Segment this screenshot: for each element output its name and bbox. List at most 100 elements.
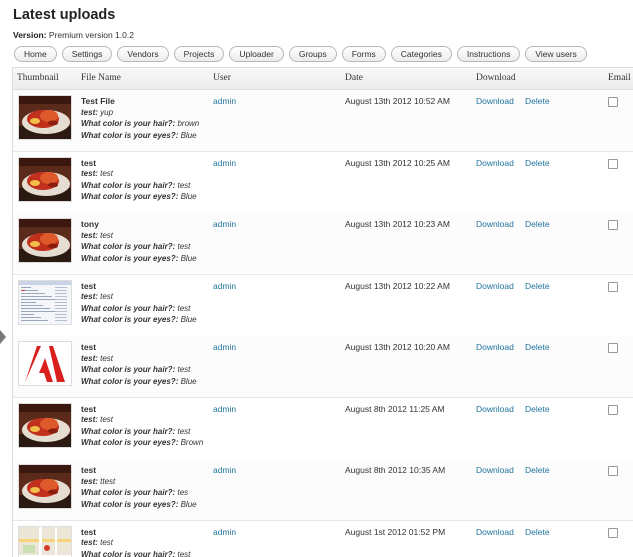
col-thumbnail: Thumbnail [17, 73, 59, 83]
delete-link[interactable]: Delete [525, 404, 550, 414]
custom-field-label: What color is your eyes?: [81, 131, 178, 140]
delete-link[interactable]: Delete [525, 527, 550, 537]
custom-field-label: test: [81, 477, 98, 486]
download-link[interactable]: Download [476, 219, 514, 229]
email-checkbox[interactable] [608, 343, 618, 353]
custom-field-value: test [177, 304, 190, 313]
nav-projects-button[interactable]: Projects [174, 46, 225, 62]
table-row: testtest: testWhat color is your hair?: … [13, 398, 633, 460]
email-checkbox[interactable] [608, 405, 618, 415]
collapse-arrow-icon[interactable] [0, 330, 6, 344]
custom-field: test: ttest [81, 477, 115, 486]
thumbnail-image[interactable] [18, 157, 72, 202]
custom-field-value: test [177, 242, 190, 251]
email-checkbox[interactable] [608, 97, 618, 107]
nav-vendors-button[interactable]: Vendors [117, 46, 168, 62]
table-row: testtest: testWhat color is your hair?: … [13, 152, 633, 214]
custom-field-value: Blue [181, 315, 197, 324]
email-checkbox[interactable] [608, 466, 618, 476]
upload-date: August 13th 2012 10:22 AM [345, 281, 450, 291]
file-name: test [81, 158, 96, 168]
user-link[interactable]: admin [213, 342, 236, 352]
custom-field-value: test [177, 427, 190, 436]
user-link[interactable]: admin [213, 158, 236, 168]
nav-groups-button[interactable]: Groups [289, 46, 337, 62]
delete-link[interactable]: Delete [525, 96, 550, 106]
custom-field: What color is your hair?: test [81, 242, 190, 251]
download-link[interactable]: Download [476, 158, 514, 168]
file-name: test [81, 465, 96, 475]
thumbnail-image[interactable] [18, 280, 72, 325]
email-checkbox[interactable] [608, 159, 618, 169]
custom-field-value: test [177, 181, 190, 190]
custom-field: What color is your hair?: test [81, 427, 190, 436]
thumbnail-image[interactable] [18, 218, 72, 263]
delete-link[interactable]: Delete [525, 281, 550, 291]
email-checkbox[interactable] [608, 220, 618, 230]
custom-field-value: test [100, 354, 113, 363]
custom-field-label: What color is your hair?: [81, 119, 175, 128]
custom-field: test: test [81, 169, 113, 178]
nav-categories-button[interactable]: Categories [391, 46, 452, 62]
custom-field-value: test [100, 292, 113, 301]
thumbnail-image[interactable] [18, 341, 72, 386]
user-link[interactable]: admin [213, 281, 236, 291]
table-row: tonytest: testWhat color is your hair?: … [13, 213, 633, 275]
delete-link[interactable]: Delete [525, 342, 550, 352]
custom-field-value: test [100, 231, 113, 240]
thumbnail-image[interactable] [18, 403, 72, 448]
nav-view-users-button[interactable]: View users [525, 46, 586, 62]
delete-link[interactable]: Delete [525, 465, 550, 475]
download-link[interactable]: Download [476, 527, 514, 537]
custom-field-value: tes [177, 488, 188, 497]
custom-field: test: test [81, 415, 113, 424]
custom-field-value: Brown [181, 438, 204, 447]
custom-field-label: test: [81, 415, 98, 424]
file-name: Test File [81, 96, 115, 106]
download-link[interactable]: Download [476, 342, 514, 352]
col-user: User [213, 73, 231, 83]
upload-date: August 13th 2012 10:20 AM [345, 342, 450, 352]
col-download: Download [476, 73, 516, 83]
download-link[interactable]: Download [476, 281, 514, 291]
nav-settings-button[interactable]: Settings [62, 46, 113, 62]
nav-instructions-button[interactable]: Instructions [457, 46, 520, 62]
custom-field-label: What color is your eyes?: [81, 377, 178, 386]
table-row: testtest: testWhat color is your hair?: … [13, 521, 633, 557]
custom-field-value: test [100, 415, 113, 424]
col-file-name: File Name [81, 73, 121, 83]
file-name: test [81, 281, 96, 291]
email-checkbox[interactable] [608, 282, 618, 292]
custom-field: test: test [81, 538, 113, 547]
upload-date: August 13th 2012 10:23 AM [345, 219, 450, 229]
user-link[interactable]: admin [213, 96, 236, 106]
thumbnail-image[interactable] [18, 464, 72, 509]
user-link[interactable]: admin [213, 527, 236, 537]
nav-uploader-button[interactable]: Uploader [229, 46, 284, 62]
nav-home-button[interactable]: Home [14, 46, 57, 62]
download-link[interactable]: Download [476, 96, 514, 106]
custom-field: What color is your eyes?: Blue [81, 315, 197, 324]
custom-field: What color is your hair?: brown [81, 119, 199, 128]
col-date: Date [345, 73, 363, 83]
custom-field-label: What color is your hair?: [81, 304, 175, 313]
file-name: test [81, 342, 96, 352]
upload-date: August 8th 2012 11:25 AM [345, 404, 445, 414]
email-checkbox[interactable] [608, 528, 618, 538]
custom-field: What color is your hair?: test [81, 181, 190, 190]
delete-link[interactable]: Delete [525, 219, 550, 229]
download-link[interactable]: Download [476, 404, 514, 414]
col-email: Email [608, 73, 631, 83]
custom-field-label: What color is your hair?: [81, 242, 175, 251]
thumbnail-image[interactable] [18, 95, 72, 140]
nav-forms-button[interactable]: Forms [342, 46, 386, 62]
custom-field-value: ttest [100, 477, 115, 486]
user-link[interactable]: admin [213, 465, 236, 475]
user-link[interactable]: admin [213, 219, 236, 229]
thumbnail-image[interactable] [18, 526, 72, 557]
version-value: Premium version 1.0.2 [49, 30, 134, 40]
download-link[interactable]: Download [476, 465, 514, 475]
delete-link[interactable]: Delete [525, 158, 550, 168]
user-link[interactable]: admin [213, 404, 236, 414]
custom-field-value: Blue [181, 192, 197, 201]
